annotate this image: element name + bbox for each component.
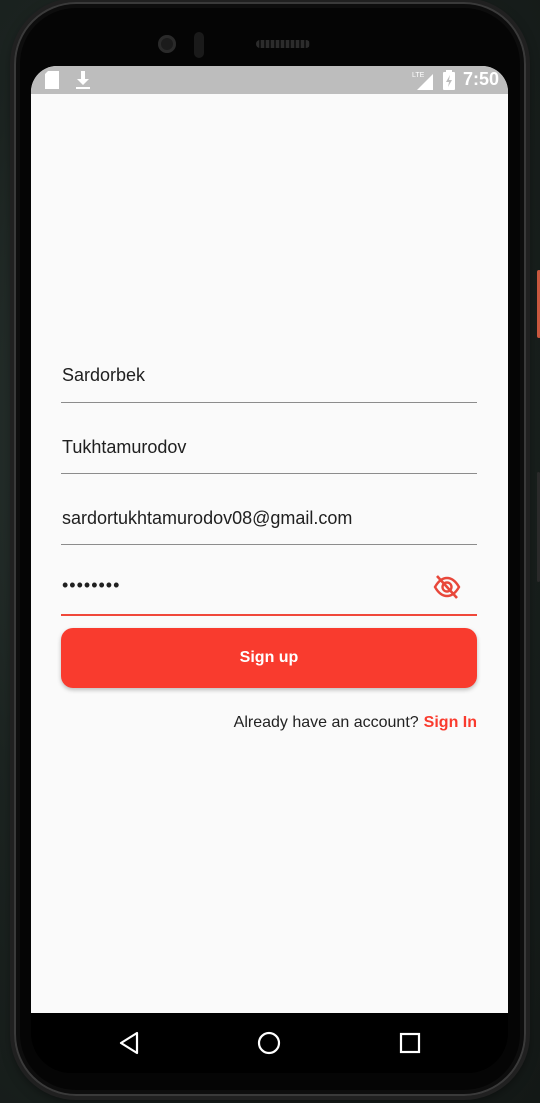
home-icon[interactable] — [255, 1029, 283, 1057]
password-value: •••••••• — [62, 575, 121, 595]
sd-card-icon — [45, 70, 59, 90]
sign-up-button[interactable]: Sign up — [61, 628, 477, 688]
svg-text:LTE: LTE — [412, 72, 425, 79]
battery-charging-icon — [443, 70, 455, 90]
download-icon — [75, 70, 91, 90]
eye-off-icon[interactable] — [433, 573, 461, 601]
app-screen: LTE 7:50 Sardorbek Tukhtamurodov sardort… — [31, 66, 508, 1013]
sign-in-link[interactable]: Sign In — [424, 714, 477, 732]
first-name-field[interactable]: Sardorbek — [61, 342, 477, 403]
status-time: 7:50 — [463, 68, 500, 89]
lte-signal-icon: LTE — [411, 70, 437, 90]
last-name-value: Tukhtamurodov — [62, 437, 187, 457]
last-name-field[interactable]: Tukhtamurodov — [61, 413, 477, 474]
email-value: sardortukhtamurodov08@gmail.com — [62, 508, 353, 528]
recents-icon[interactable] — [396, 1029, 424, 1057]
navigation-bar — [31, 1013, 508, 1073]
status-bar: LTE 7:50 — [31, 66, 508, 94]
sign-in-prompt-text: Already have an account? — [233, 714, 419, 731]
email-field[interactable]: sardortukhtamurodov08@gmail.com — [61, 484, 477, 545]
front-camera — [158, 35, 176, 53]
sign-in-prompt: Already have an account? Sign In — [234, 714, 477, 732]
password-field[interactable]: •••••••• — [61, 555, 477, 616]
proximity-sensor — [194, 32, 204, 58]
first-name-value: Sardorbek — [62, 365, 146, 385]
back-icon[interactable] — [115, 1029, 143, 1057]
earpiece-speaker — [256, 40, 310, 48]
